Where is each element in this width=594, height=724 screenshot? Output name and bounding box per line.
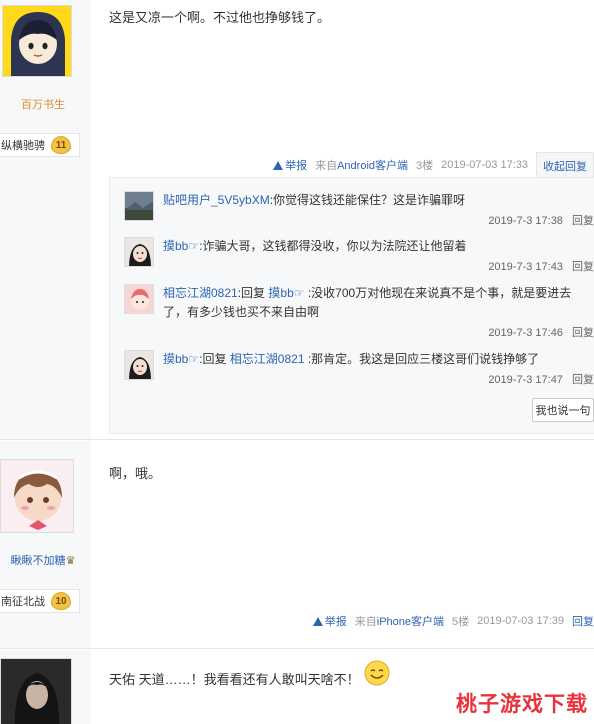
avatar-landscape-icon	[125, 192, 153, 220]
say-something-button[interactable]: 我也说一句	[532, 398, 594, 422]
list-item: 摸bb☞:诈骗大哥，这钱都得没收，你以为法院还让他留着 2019-7-3 17:…	[124, 237, 594, 277]
post-content: 啊，哦。	[109, 466, 162, 481]
comment-time: 2019-7-3 17:38 回复	[488, 215, 594, 227]
client-link[interactable]: Android客户端	[337, 160, 408, 172]
post-time: 2019-07-03 17:33	[441, 159, 528, 171]
avatar-cartoon-girl-icon	[1, 460, 73, 532]
collapse-replies-button[interactable]: 收起回复	[536, 152, 594, 178]
avatar[interactable]	[124, 284, 154, 314]
avatar-dark-figure-icon	[1, 659, 71, 724]
comment-time: 2019-7-3 17:46 回复	[488, 327, 594, 339]
reply-link[interactable]: 回复	[572, 374, 594, 386]
smile-emoji-icon	[364, 660, 390, 685]
comment-user[interactable]: 摸bb☞	[163, 352, 199, 366]
post-floor-5: 瞅瞅不加糖♛ 南征北战 10 啊，哦。 举报 来自iPhone客户端 5楼 20…	[0, 441, 594, 649]
badge-label: 纵横驰骋	[1, 140, 45, 152]
badge-label: 南征北战	[1, 596, 45, 608]
post-content: 这是又凉一个啊。不过他也挣够钱了。	[109, 10, 331, 25]
username[interactable]: 瞅瞅不加糖♛	[0, 552, 86, 568]
crown-icon: ♛	[65, 555, 76, 567]
avatar-girl-icon	[125, 238, 153, 266]
comment-text: 摸bb☞:诈骗大哥，这钱都得没收，你以为法院还让他留着	[163, 239, 467, 253]
comment-time: 2019-7-3 17:43 回复	[488, 261, 594, 273]
avatar[interactable]	[124, 350, 154, 380]
comment-text: 摸bb☞:回复 相忘江湖0821 :那肯定。我这是回应三楼这哥们说钱挣够了	[163, 352, 540, 366]
floor-number: 3楼	[416, 160, 434, 172]
reply-link[interactable]: 回复	[572, 327, 594, 339]
post-meta: 举报 来自Android客户端 3楼 2019-07-03 17:33 收起回复	[265, 152, 594, 178]
reply-target[interactable]: 摸bb☞	[268, 286, 304, 300]
avatar[interactable]	[0, 459, 74, 533]
list-item: 贴吧用户_5V5ybXM:你觉得这钱还能保住？这是诈骗罪呀 2019-7-3 1…	[124, 191, 594, 231]
reply-link[interactable]: 回复	[572, 261, 594, 273]
author-panel	[0, 650, 91, 724]
reply-link[interactable]: 回复	[572, 215, 594, 227]
post-body: 啊，哦。 举报 来自iPhone客户端 5楼 2019-07-03 17:39 …	[91, 441, 594, 648]
report-link[interactable]: 举报	[312, 613, 347, 629]
username[interactable]: 百万书生	[0, 96, 86, 112]
post-meta: 举报 来自iPhone客户端 5楼 2019-07-03 17:39 回复	[305, 612, 594, 630]
list-item: 摸bb☞:回复 相忘江湖0821 :那肯定。我这是回应三楼这哥们说钱挣够了 20…	[124, 350, 594, 390]
warning-icon	[273, 160, 284, 170]
client-link[interactable]: iPhone客户端	[377, 616, 444, 628]
post-time: 2019-07-03 17:39	[477, 615, 564, 627]
list-item: 相忘江湖0821:回复 摸bb☞ :没收700万对他现在来说真不是个事，就是要进…	[124, 284, 594, 344]
reply-target[interactable]: 相忘江湖0821	[230, 352, 305, 366]
comment-text: 贴吧用户_5V5ybXM:你觉得这钱还能保住？这是诈骗罪呀	[163, 193, 466, 207]
author-panel: 瞅瞅不加糖♛ 南征北战 10	[0, 441, 91, 648]
reply-link[interactable]: 回复	[572, 613, 594, 629]
avatar[interactable]	[0, 658, 72, 724]
warning-icon	[312, 616, 323, 626]
member-badge[interactable]: 南征北战 10	[0, 589, 80, 613]
level-badge: 10	[51, 592, 71, 610]
avatar[interactable]	[124, 191, 154, 221]
avatar[interactable]	[2, 5, 72, 77]
comment-user[interactable]: 相忘江湖0821	[163, 286, 238, 300]
post-source: 来自iPhone客户端	[354, 616, 445, 628]
comment-text: 相忘江湖0821:回复 摸bb☞ :没收700万对他现在来说真不是个事，就是要进…	[163, 286, 572, 319]
comment-user[interactable]: 摸bb☞	[163, 239, 199, 253]
floor-number: 5楼	[452, 616, 470, 628]
site-watermark: 桃子游戏下载	[456, 693, 588, 716]
post-source: 来自Android客户端	[315, 160, 409, 172]
avatar-hooded-figure-icon	[3, 6, 71, 76]
avatar[interactable]	[124, 237, 154, 267]
report-link[interactable]: 举报	[273, 157, 307, 173]
comment-user[interactable]: 贴吧用户_5V5ybXM	[163, 193, 270, 207]
level-badge: 11	[51, 136, 71, 154]
comment-time: 2019-7-3 17:47 回复	[488, 374, 594, 386]
avatar-girl-icon	[125, 351, 153, 379]
member-badge[interactable]: 纵横驰骋 11	[0, 133, 80, 157]
avatar-cartoon-icon	[125, 285, 153, 313]
reply-list: 贴吧用户_5V5ybXM:你觉得这钱还能保住？这是诈骗罪呀 2019-7-3 1…	[109, 177, 594, 434]
author-panel: 百万书生 纵横驰骋 11	[0, 0, 91, 439]
post-content: 天佑 天道……！我看看还有人敢叫天啥不！	[109, 660, 390, 688]
